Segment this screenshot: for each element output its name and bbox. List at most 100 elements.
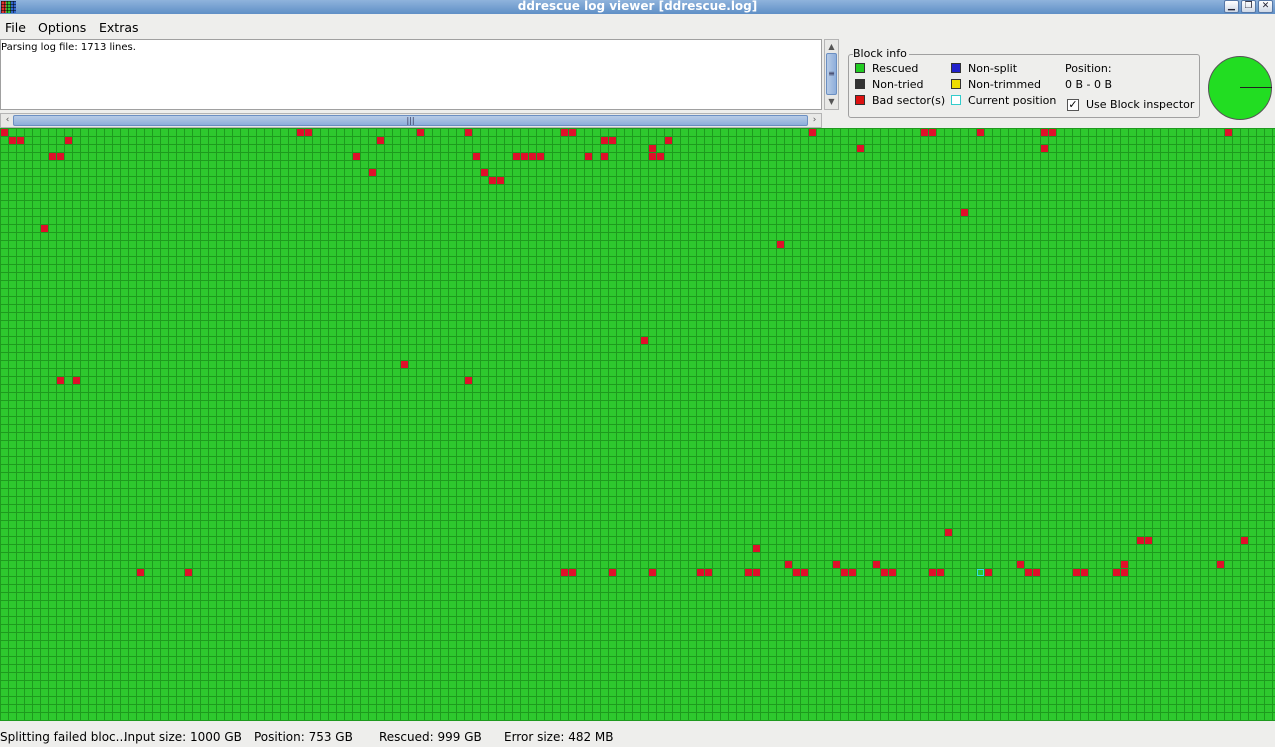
bad-sector-block[interactable] <box>569 129 576 136</box>
bad-sector-block[interactable] <box>569 569 576 576</box>
bad-sector-block[interactable] <box>1025 569 1032 576</box>
bad-sector-block[interactable] <box>73 377 80 384</box>
log-vertical-scrollbar[interactable]: ▲ ≡ ▼ <box>824 39 839 110</box>
bad-sector-block[interactable] <box>9 137 16 144</box>
bad-sector-block[interactable] <box>1121 569 1128 576</box>
bad-sector-block[interactable] <box>1041 145 1048 152</box>
bad-sector-block[interactable] <box>41 225 48 232</box>
bad-sector-block[interactable] <box>649 145 656 152</box>
scroll-down-icon[interactable]: ▼ <box>826 96 837 107</box>
bad-sector-block[interactable] <box>857 145 864 152</box>
bad-sector-block[interactable] <box>601 137 608 144</box>
bad-sector-block[interactable] <box>793 569 800 576</box>
bad-sector-block[interactable] <box>1113 569 1120 576</box>
bad-sector-block[interactable] <box>305 129 312 136</box>
bad-sector-block[interactable] <box>977 129 984 136</box>
log-horizontal-scrollbar[interactable]: ‹ ||| › <box>0 113 822 128</box>
scroll-up-icon[interactable]: ▲ <box>826 41 837 52</box>
bad-sector-block[interactable] <box>57 153 64 160</box>
bad-sector-block[interactable] <box>185 569 192 576</box>
bad-sector-block[interactable] <box>417 129 424 136</box>
close-icon[interactable]: ✕ <box>1258 0 1273 13</box>
bad-sector-block[interactable] <box>929 569 936 576</box>
bad-sector-block[interactable] <box>601 153 608 160</box>
bad-sector-block[interactable] <box>473 153 480 160</box>
bad-sector-block[interactable] <box>753 545 760 552</box>
bad-sector-block[interactable] <box>1225 129 1232 136</box>
bad-sector-block[interactable] <box>513 153 520 160</box>
bad-sector-block[interactable] <box>657 153 664 160</box>
bad-sector-block[interactable] <box>481 169 488 176</box>
menu-extras[interactable]: Extras <box>99 20 139 35</box>
bad-sector-block[interactable] <box>809 129 816 136</box>
bad-sector-block[interactable] <box>297 129 304 136</box>
bad-sector-block[interactable] <box>881 569 888 576</box>
bad-sector-block[interactable] <box>1121 561 1128 568</box>
vertical-scroll-thumb[interactable]: ≡ <box>826 53 837 95</box>
bad-sector-block[interactable] <box>649 569 656 576</box>
horizontal-scroll-thumb[interactable]: ||| <box>13 115 808 126</box>
bad-sector-block[interactable] <box>465 129 472 136</box>
bad-sector-block[interactable] <box>697 569 704 576</box>
bad-sector-block[interactable] <box>873 561 880 568</box>
bad-sector-block[interactable] <box>17 137 24 144</box>
menu-options[interactable]: Options <box>38 20 86 35</box>
restore-icon[interactable]: ❐ <box>1241 0 1256 13</box>
log-text-area[interactable]: Parsing log file: 1713 lines. <box>0 39 822 110</box>
bad-sector-block[interactable] <box>705 569 712 576</box>
bad-sector-block[interactable] <box>745 569 752 576</box>
bad-sector-block[interactable] <box>1033 569 1040 576</box>
use-block-inspector-label[interactable]: Use Block inspector <box>1086 98 1194 112</box>
bad-sector-block[interactable] <box>561 569 568 576</box>
menu-file[interactable]: File <box>5 20 26 35</box>
use-block-inspector-checkbox[interactable]: ✓ <box>1067 99 1079 111</box>
bad-sector-block[interactable] <box>833 561 840 568</box>
bad-sector-block[interactable] <box>377 137 384 144</box>
bad-sector-block[interactable] <box>489 177 496 184</box>
bad-sector-block[interactable] <box>1017 561 1024 568</box>
bad-sector-block[interactable] <box>985 569 992 576</box>
bad-sector-block[interactable] <box>609 569 616 576</box>
bad-sector-block[interactable] <box>537 153 544 160</box>
bad-sector-block[interactable] <box>777 241 784 248</box>
bad-sector-block[interactable] <box>665 137 672 144</box>
bad-sector-block[interactable] <box>921 129 928 136</box>
bad-sector-block[interactable] <box>497 177 504 184</box>
scroll-left-icon[interactable]: ‹ <box>2 114 13 127</box>
bad-sector-block[interactable] <box>1241 537 1248 544</box>
bad-sector-block[interactable] <box>65 137 72 144</box>
bad-sector-block[interactable] <box>1081 569 1088 576</box>
bad-sector-block[interactable] <box>1137 537 1144 544</box>
bad-sector-block[interactable] <box>937 569 944 576</box>
block-map[interactable] <box>0 128 1275 721</box>
scroll-right-icon[interactable]: › <box>809 114 820 127</box>
bad-sector-block[interactable] <box>521 153 528 160</box>
bad-sector-block[interactable] <box>945 529 952 536</box>
bad-sector-block[interactable] <box>649 153 656 160</box>
bad-sector-block[interactable] <box>801 569 808 576</box>
bad-sector-block[interactable] <box>57 377 64 384</box>
bad-sector-block[interactable] <box>1073 569 1080 576</box>
bad-sector-block[interactable] <box>585 153 592 160</box>
minimize-icon[interactable]: ▁ <box>1224 0 1239 13</box>
bad-sector-block[interactable] <box>529 153 536 160</box>
bad-sector-block[interactable] <box>785 561 792 568</box>
bad-sector-block[interactable] <box>961 209 968 216</box>
bad-sector-block[interactable] <box>49 153 56 160</box>
bad-sector-block[interactable] <box>889 569 896 576</box>
bad-sector-block[interactable] <box>401 361 408 368</box>
bad-sector-block[interactable] <box>369 169 376 176</box>
bad-sector-block[interactable] <box>1049 129 1056 136</box>
bad-sector-block[interactable] <box>1217 561 1224 568</box>
bad-sector-block[interactable] <box>1041 129 1048 136</box>
bad-sector-block[interactable] <box>1 129 8 136</box>
block-grid-svg[interactable] <box>0 128 1275 721</box>
bad-sector-block[interactable] <box>1145 537 1152 544</box>
bad-sector-block[interactable] <box>841 569 848 576</box>
bad-sector-block[interactable] <box>641 337 648 344</box>
bad-sector-block[interactable] <box>353 153 360 160</box>
bad-sector-block[interactable] <box>929 129 936 136</box>
bad-sector-block[interactable] <box>137 569 144 576</box>
bad-sector-block[interactable] <box>849 569 856 576</box>
bad-sector-block[interactable] <box>561 129 568 136</box>
